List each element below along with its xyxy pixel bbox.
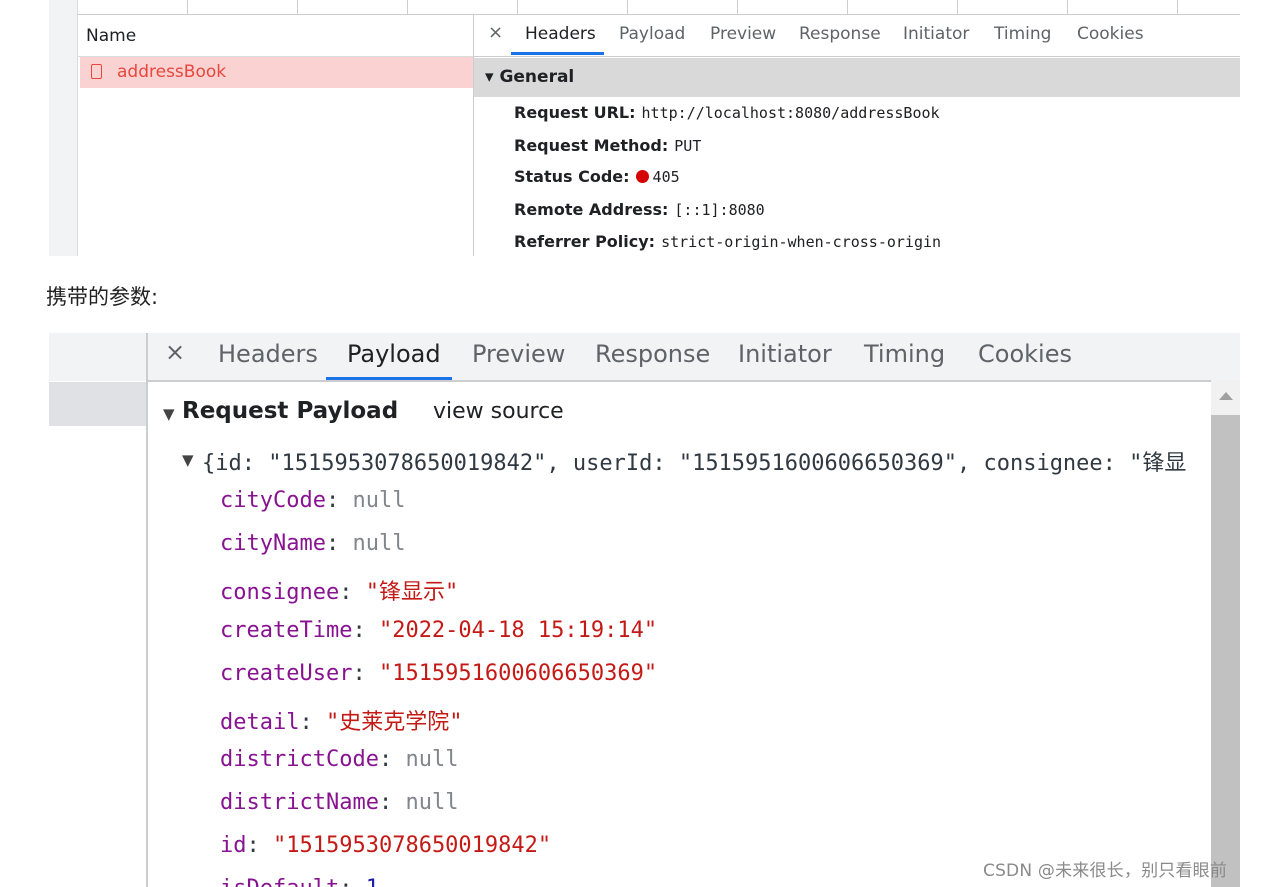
close-icon[interactable]: ×: [165, 338, 185, 366]
tab-response[interactable]: Response: [799, 24, 881, 44]
close-icon[interactable]: ×: [488, 22, 503, 43]
request-url-key: Request URL:: [514, 103, 636, 122]
detail-tab-bar: × Headers Payload Preview Response Initi…: [148, 333, 1240, 382]
property-value: "1515951600606650369": [378, 661, 658, 686]
left-strip: [49, 0, 78, 256]
payload-property: districtName: null: [220, 790, 459, 815]
payload-property: consignee: "锋显示": [220, 580, 459, 605]
name-header-label: Name: [86, 26, 137, 46]
active-tab-indicator: [326, 377, 452, 380]
tab-cookies[interactable]: Cookies: [1077, 24, 1144, 44]
view-source-link[interactable]: view source: [433, 399, 564, 424]
caption-text: 携带的参数:: [46, 285, 159, 309]
property-value: null: [405, 790, 459, 815]
request-method-key: Request Method:: [514, 136, 669, 155]
request-method-row: Request Method: PUT: [514, 136, 701, 155]
collapse-triangle-icon[interactable]: ▼: [163, 405, 175, 423]
payload-property: detail: "史莱克学院": [220, 710, 463, 735]
request-method-value: PUT: [674, 137, 702, 155]
property-key: districtName: [220, 790, 379, 815]
request-url-row: Request URL: http://localhost:8080/addres…: [514, 103, 940, 122]
request-url-value: http://localhost:8080/addressBook: [641, 104, 940, 122]
tab-timing[interactable]: Timing: [994, 24, 1051, 44]
tab-timing[interactable]: Timing: [864, 340, 945, 368]
watermark: CSDN @未来很长，别只看眼前: [983, 861, 1228, 881]
name-column-header[interactable]: Name: [78, 15, 473, 57]
tab-payload[interactable]: Payload: [347, 340, 441, 368]
scroll-up-arrow-icon[interactable]: [1219, 392, 1233, 400]
scrollbar-thumb[interactable]: [1211, 415, 1240, 887]
property-value: "2022-04-18 15:19:14": [378, 618, 658, 643]
payload-property: id: "1515953078650019842": [220, 833, 552, 858]
property-value: "锋显示": [365, 580, 459, 605]
referrer-policy-key: Referrer Policy:: [514, 232, 656, 251]
property-value: null: [405, 747, 459, 772]
property-value: "史莱克学院": [325, 710, 463, 735]
property-value: null: [352, 531, 406, 556]
tab-headers[interactable]: Headers: [525, 24, 596, 44]
payload-property: isDefault: 1: [220, 876, 379, 887]
payload-property: createUser: "1515951600606650369": [220, 661, 658, 686]
file-icon: [91, 64, 102, 79]
payload-property: cityCode: null: [220, 488, 406, 513]
payload-property: createTime: "2022-04-18 15:19:14": [220, 618, 658, 643]
waterfall-grid: [77, 0, 1240, 15]
property-key: cityCode: [220, 488, 326, 513]
tab-headers[interactable]: Headers: [218, 340, 318, 368]
tab-preview[interactable]: Preview: [710, 24, 776, 44]
tab-preview[interactable]: Preview: [472, 340, 565, 368]
object-expand-triangle-icon[interactable]: ▼: [182, 451, 194, 469]
property-value: 1: [366, 876, 379, 887]
remote-address-value: [::1]:8080: [674, 201, 765, 219]
panel-divider[interactable]: [146, 333, 148, 887]
property-value: null: [352, 488, 406, 513]
property-key: cityName: [220, 531, 326, 556]
payload-property: districtCode: null: [220, 747, 459, 772]
request-payload-title[interactable]: Request Payload: [182, 398, 398, 424]
tab-payload[interactable]: Payload: [619, 24, 685, 44]
status-code-row: Status Code: 405: [514, 167, 680, 186]
referrer-policy-row: Referrer Policy: strict-origin-when-cross…: [514, 232, 941, 251]
general-section-title: ▾ General: [485, 67, 575, 87]
property-key: createTime: [220, 618, 353, 643]
tab-initiator[interactable]: Initiator: [738, 340, 832, 368]
request-name: addressBook: [117, 62, 227, 82]
object-summary[interactable]: {id: "1515953078650019842", userId: "151…: [202, 445, 1212, 477]
tab-initiator[interactable]: Initiator: [903, 24, 969, 44]
tab-cookies[interactable]: Cookies: [978, 340, 1072, 368]
network-panel-screenshot: Name addressBook × Headers Payload Previ…: [49, 0, 1240, 256]
request-row[interactable]: addressBook: [80, 57, 473, 88]
status-error-dot-icon: [635, 170, 649, 183]
property-key: id: [220, 833, 247, 858]
status-code-key: Status Code:: [514, 167, 630, 186]
vertical-scrollbar[interactable]: [1211, 380, 1240, 887]
referrer-policy-value: strict-origin-when-cross-origin: [661, 233, 942, 251]
property-key: detail: [220, 710, 300, 735]
property-key: isDefault: [220, 876, 339, 887]
payload-property: cityName: null: [220, 531, 406, 556]
remote-address-row: Remote Address: [::1]:8080: [514, 200, 765, 219]
left-pane-top: [49, 333, 146, 381]
detail-tab-bar: × Headers Payload Preview Response Initi…: [474, 15, 1240, 57]
status-code-value: 405: [652, 168, 680, 186]
tab-response[interactable]: Response: [595, 340, 710, 368]
property-value: "1515953078650019842": [273, 833, 552, 858]
left-pane-selected-row: [49, 382, 146, 426]
property-key: consignee: [220, 580, 340, 605]
payload-panel-screenshot: × Headers Payload Preview Response Initi…: [49, 333, 1240, 887]
property-key: districtCode: [220, 747, 379, 772]
general-section-header[interactable]: ▾ General: [474, 58, 1240, 97]
property-key: createUser: [220, 661, 353, 686]
active-tab-indicator: [511, 52, 604, 55]
remote-address-key: Remote Address:: [514, 200, 669, 219]
